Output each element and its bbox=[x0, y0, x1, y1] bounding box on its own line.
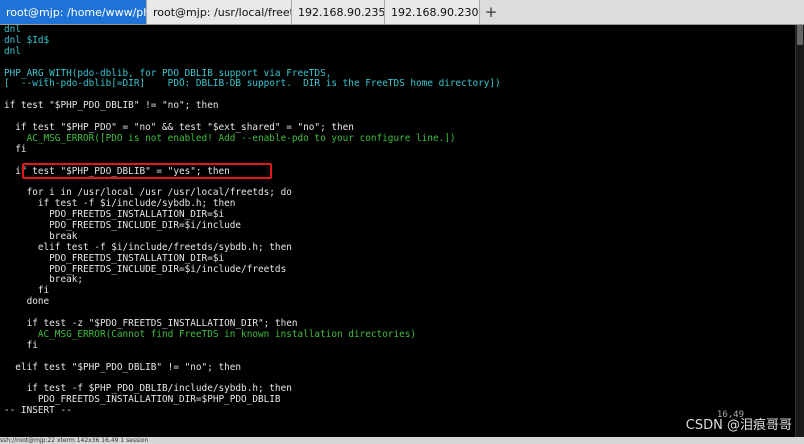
terminal-line: PDO_FREETDS_INCLUDE_DIR=$i/include/freet… bbox=[4, 263, 287, 275]
tab-session-1[interactable]: root@mjp: /home/www/php/... × bbox=[0, 0, 147, 24]
new-tab-button[interactable]: + bbox=[480, 0, 502, 24]
scroll-thumb[interactable] bbox=[797, 25, 803, 45]
tab-label: root@mjp: /home/www/php/... bbox=[6, 5, 146, 19]
tab-label: 192.168.90.230 bbox=[391, 5, 479, 19]
annotation-highlight-box bbox=[22, 163, 272, 179]
terminal-line: dnl $Id$ bbox=[4, 34, 50, 46]
watermark: CSDN @泪痕哥哥 bbox=[685, 418, 792, 433]
terminal-line: fi bbox=[4, 285, 50, 297]
terminal-line: [ --with-pdo-dblib[=DIR] PDO: DBLIB-DB s… bbox=[4, 78, 501, 90]
terminal-line: PDO_FREETDS_INCLUDE_DIR=$i/include bbox=[4, 220, 242, 232]
terminal-line: fi bbox=[4, 143, 27, 155]
status-bar: ssh://root@mjp:22 xterm 142x36 16,49 1 s… bbox=[0, 437, 804, 444]
terminal-line: PDO_FREETDS_INSTALLATION_DIR=$PHP_PDO_DB… bbox=[4, 394, 281, 406]
terminal-line: -- INSERT -- bbox=[4, 405, 72, 417]
terminal-line: PDO_FREETDS_INSTALLATION_DIR=$i bbox=[4, 252, 225, 264]
terminal-scrollbar[interactable] bbox=[795, 25, 804, 437]
tab-session-3[interactable]: 192.168.90.235 × bbox=[292, 0, 385, 24]
terminal-line: AC_MSG_ERROR([PDO is not enabled! Add --… bbox=[4, 132, 456, 144]
terminal-output[interactable]: dnl dnl $Id$ dnl PHP_ARG_WITH(pdo-dblib, fo… bbox=[0, 25, 796, 437]
tab-session-4[interactable]: 192.168.90.230 × bbox=[385, 0, 480, 24]
tab-label: root@mjp: /usr/local/freetds bbox=[153, 5, 292, 19]
terminal-line: AC_MSG_ERROR(Cannot find FreeTDS in know… bbox=[4, 328, 417, 340]
terminal-line: elif test "$PHP_PDO_DBLIB" != "no"; then bbox=[4, 361, 242, 373]
tab-session-2[interactable]: root@mjp: /usr/local/freetds × bbox=[147, 0, 292, 24]
tab-label: 192.168.90.235 bbox=[298, 5, 385, 19]
terminal-line: dnl bbox=[4, 25, 21, 35]
terminal-line: if test "$PHP_PDO_DBLIB" != "no"; then bbox=[4, 100, 219, 112]
tab-bar: root@mjp: /home/www/php/... × root@mjp: … bbox=[0, 0, 804, 25]
terminal-line: break; bbox=[4, 274, 84, 286]
terminal-line: fi bbox=[4, 339, 38, 351]
terminal-line: dnl bbox=[4, 45, 21, 57]
terminal-line: done bbox=[4, 296, 50, 308]
